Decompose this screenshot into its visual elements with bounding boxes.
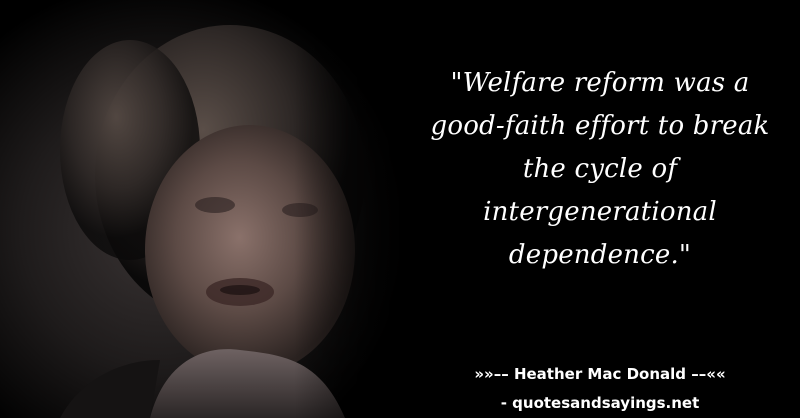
- author-line: »»–– Heather Mac Donald ––««: [474, 365, 726, 383]
- quote-text: "Welfare reform was a good-faith effort …: [430, 68, 770, 270]
- quote-card: "Welfare reform was a good-faith effort …: [0, 0, 800, 418]
- portrait-photo: [0, 0, 420, 418]
- portrait-image: [0, 0, 420, 418]
- source-line: - quotesandsayings.net: [500, 394, 700, 412]
